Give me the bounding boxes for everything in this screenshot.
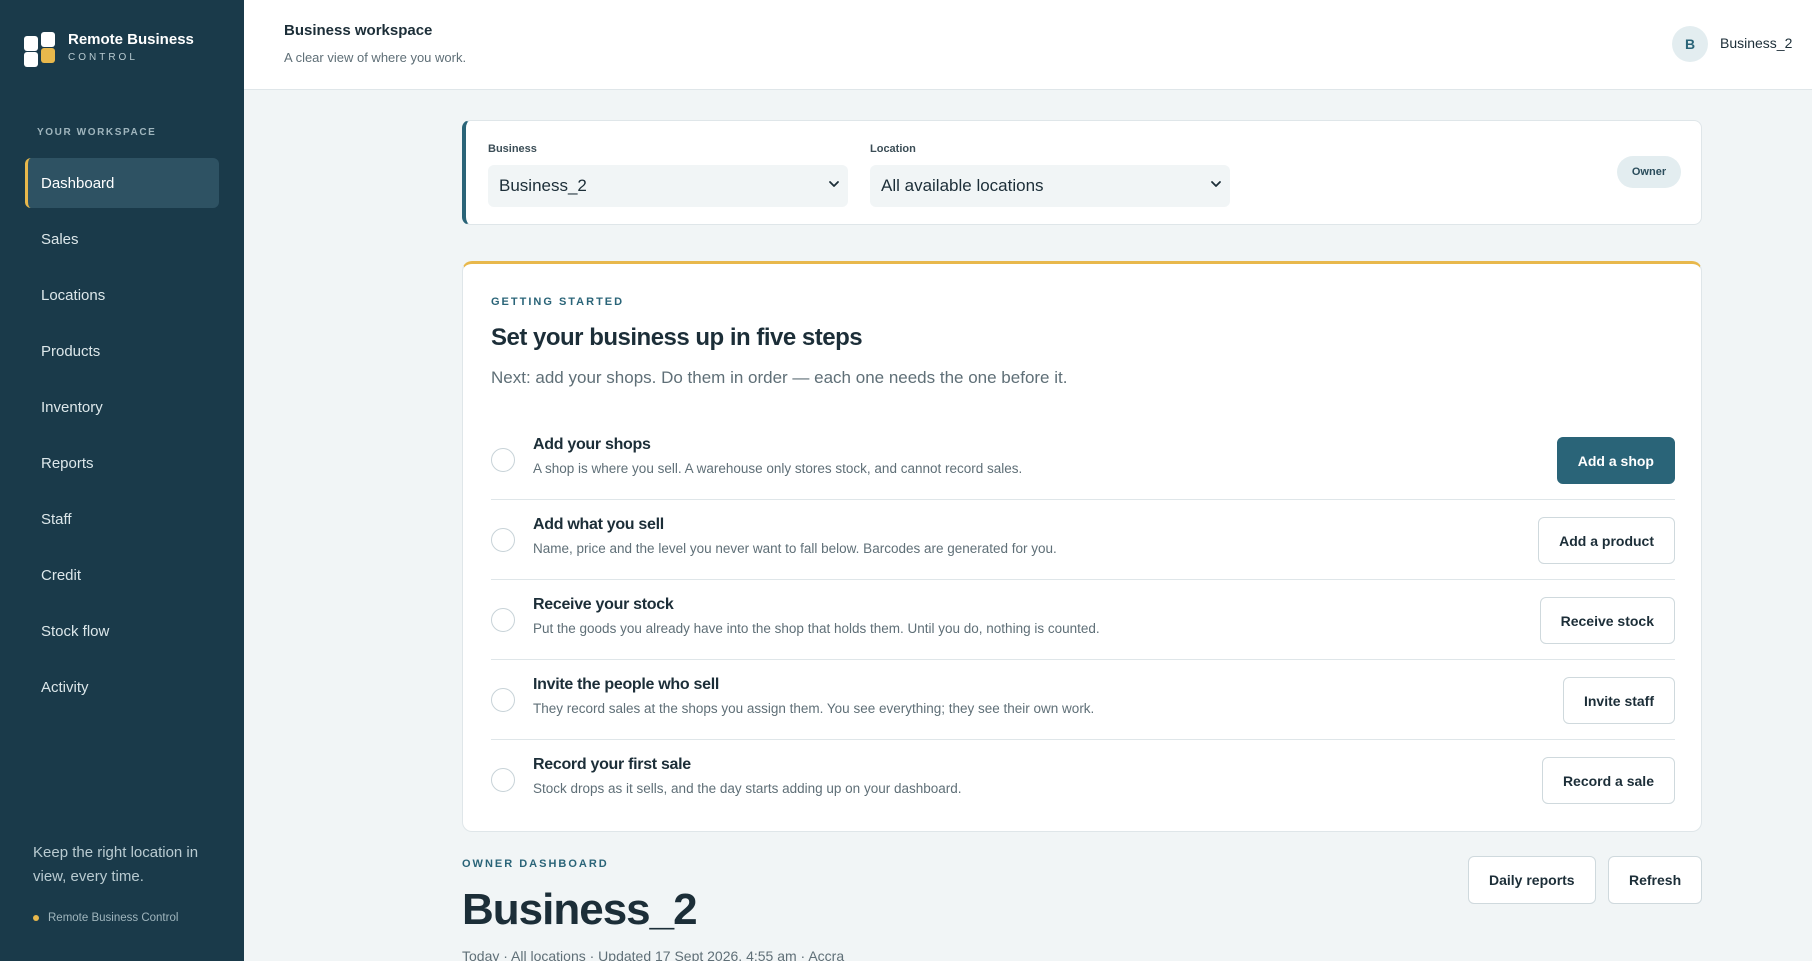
business-select[interactable]: Business_2	[488, 165, 848, 207]
sidebar-item-inventory[interactable]: Inventory	[25, 382, 219, 432]
sidebar-item-sales[interactable]: Sales	[25, 214, 219, 264]
receive-stock-button[interactable]: Receive stock	[1539, 597, 1675, 644]
step-description: A shop is where you sell. A warehouse on…	[533, 461, 1023, 476]
owner-dashboard-eyebrow: OWNER DASHBOARD	[462, 858, 609, 870]
page-title: Business workspace	[284, 22, 433, 39]
sidebar-footer-tag: Remote Business Control	[33, 912, 178, 924]
page-subtitle: A clear view of where you work.	[284, 50, 467, 65]
user-name[interactable]: Business_2	[1720, 35, 1792, 51]
owner-dashboard-title: Business_2	[462, 885, 698, 934]
getting-started-eyebrow: GETTING STARTED	[491, 296, 625, 308]
sidebar-item-reports[interactable]: Reports	[25, 438, 219, 488]
business-field-label: Business	[488, 143, 537, 155]
getting-started-title: Set your business up in five steps	[491, 324, 863, 351]
chevron-down-icon	[1211, 181, 1221, 187]
record-sale-button[interactable]: Record a sale	[1541, 757, 1675, 804]
owner-dashboard-meta: Today · All locations · Updated 17 Sept …	[462, 948, 845, 961]
sidebar-item-products[interactable]: Products	[25, 326, 219, 376]
status-dot-icon	[33, 915, 39, 921]
brand[interactable]: Remote Business CONTROL	[24, 30, 194, 67]
step-item: Record your first sale Stock drops as it…	[491, 740, 1675, 820]
step-description: Put the goods you already have into the …	[533, 621, 1100, 636]
chevron-down-icon	[829, 181, 839, 187]
step-description: Stock drops as it sells, and the day sta…	[533, 781, 962, 796]
step-status-circle-icon	[491, 448, 515, 472]
logo-icon	[24, 32, 56, 67]
invite-staff-button[interactable]: Invite staff	[1562, 677, 1675, 724]
business-select-value: Business_2	[499, 176, 587, 195]
sidebar-item-dashboard[interactable]: Dashboard	[25, 158, 219, 208]
brand-subtitle: CONTROL	[68, 52, 138, 63]
step-title: Add what you sell	[533, 516, 664, 533]
step-status-circle-icon	[491, 608, 515, 632]
avatar[interactable]: B	[1672, 26, 1708, 62]
step-title: Invite the people who sell	[533, 676, 720, 693]
sidebar-item-locations[interactable]: Locations	[25, 270, 219, 320]
step-status-circle-icon	[491, 528, 515, 552]
sidebar-item-stock-flow[interactable]: Stock flow	[25, 606, 219, 656]
role-badge: Owner	[1617, 156, 1681, 188]
step-description: Name, price and the level you never want…	[533, 541, 1057, 556]
sidebar-item-activity[interactable]: Activity	[25, 662, 219, 712]
topbar: Business workspace A clear view of where…	[244, 0, 1812, 90]
sidebar-footer-tag-label: Remote Business Control	[48, 912, 179, 924]
brand-name: Remote Business	[68, 31, 194, 48]
step-status-circle-icon	[491, 768, 515, 792]
step-title: Record your first sale	[533, 756, 691, 773]
step-item: Add what you sell Name, price and the le…	[491, 500, 1675, 580]
step-item: Add your shops A shop is where you sell.…	[491, 420, 1675, 500]
step-status-circle-icon	[491, 688, 515, 712]
add-shop-button[interactable]: Add a shop	[1556, 437, 1675, 484]
sidebar-footer-text: Keep the right location in view, every t…	[33, 844, 199, 885]
location-select[interactable]: All available locations	[870, 165, 1230, 207]
add-product-button[interactable]: Add a product	[1538, 517, 1675, 564]
refresh-button[interactable]: Refresh	[1608, 856, 1703, 904]
step-title: Receive your stock	[533, 596, 674, 613]
step-title: Add your shops	[533, 436, 651, 453]
step-description: They record sales at the shops you assig…	[533, 701, 1095, 716]
step-item: Invite the people who sell They record s…	[491, 660, 1675, 740]
getting-started-card: GETTING STARTED Set your business up in …	[462, 261, 1702, 832]
sidebar-item-credit[interactable]: Credit	[25, 550, 219, 600]
daily-reports-button[interactable]: Daily reports	[1468, 856, 1596, 904]
workspace-section-label: YOUR WORKSPACE	[37, 127, 157, 138]
step-item: Receive your stock Put the goods you alr…	[491, 580, 1675, 660]
steps-list: Add your shops A shop is where you sell.…	[491, 420, 1675, 820]
location-select-value: All available locations	[881, 176, 1044, 195]
sidebar: Remote Business CONTROL YOUR WORKSPACE D…	[0, 0, 244, 961]
sidebar-item-staff[interactable]: Staff	[25, 494, 219, 544]
sidebar-nav: Dashboard Sales Locations Products Inven…	[25, 158, 219, 718]
location-field-label: Location	[870, 143, 916, 155]
getting-started-description: Next: add your shops. Do them in order —…	[491, 368, 1068, 387]
context-selector-card: Business Business_2 Location All availab…	[462, 120, 1702, 225]
